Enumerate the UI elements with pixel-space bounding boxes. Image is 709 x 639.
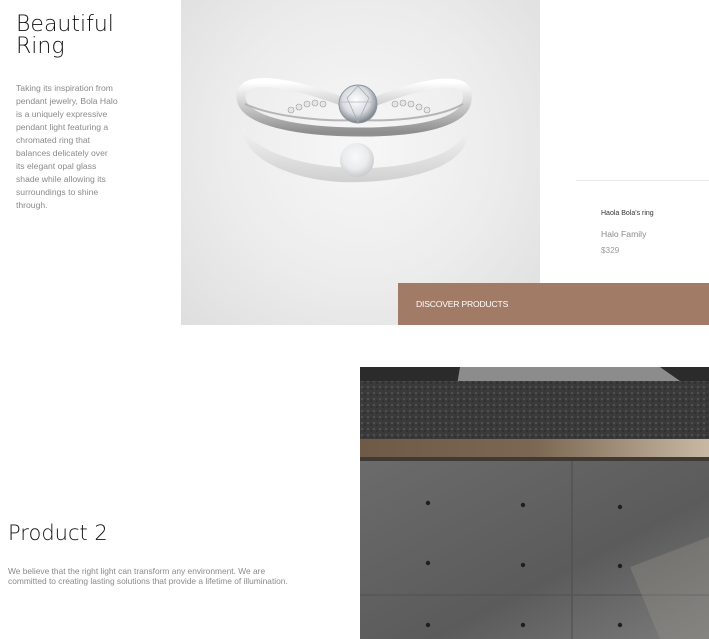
product-card: Haola Bola's ring Halo Family $329	[576, 0, 709, 283]
product-price: $329	[601, 246, 620, 255]
product2-image[interactable]	[360, 367, 709, 639]
ring-product-image[interactable]	[181, 0, 540, 325]
product-name[interactable]: Haola Bola's ring	[601, 210, 654, 217]
product2-title: Product 2	[8, 521, 108, 545]
product-family: Halo Family	[601, 229, 647, 239]
hero-description: Taking its inspiration from pendant jewe…	[16, 83, 118, 210]
discover-products-button[interactable]: DISCOVER PRODUCTS	[398, 283, 709, 325]
card-divider	[576, 180, 709, 181]
product2-description: We believe that the right light can tran…	[8, 566, 288, 586]
hero-title: Beautiful Ring	[16, 12, 114, 59]
